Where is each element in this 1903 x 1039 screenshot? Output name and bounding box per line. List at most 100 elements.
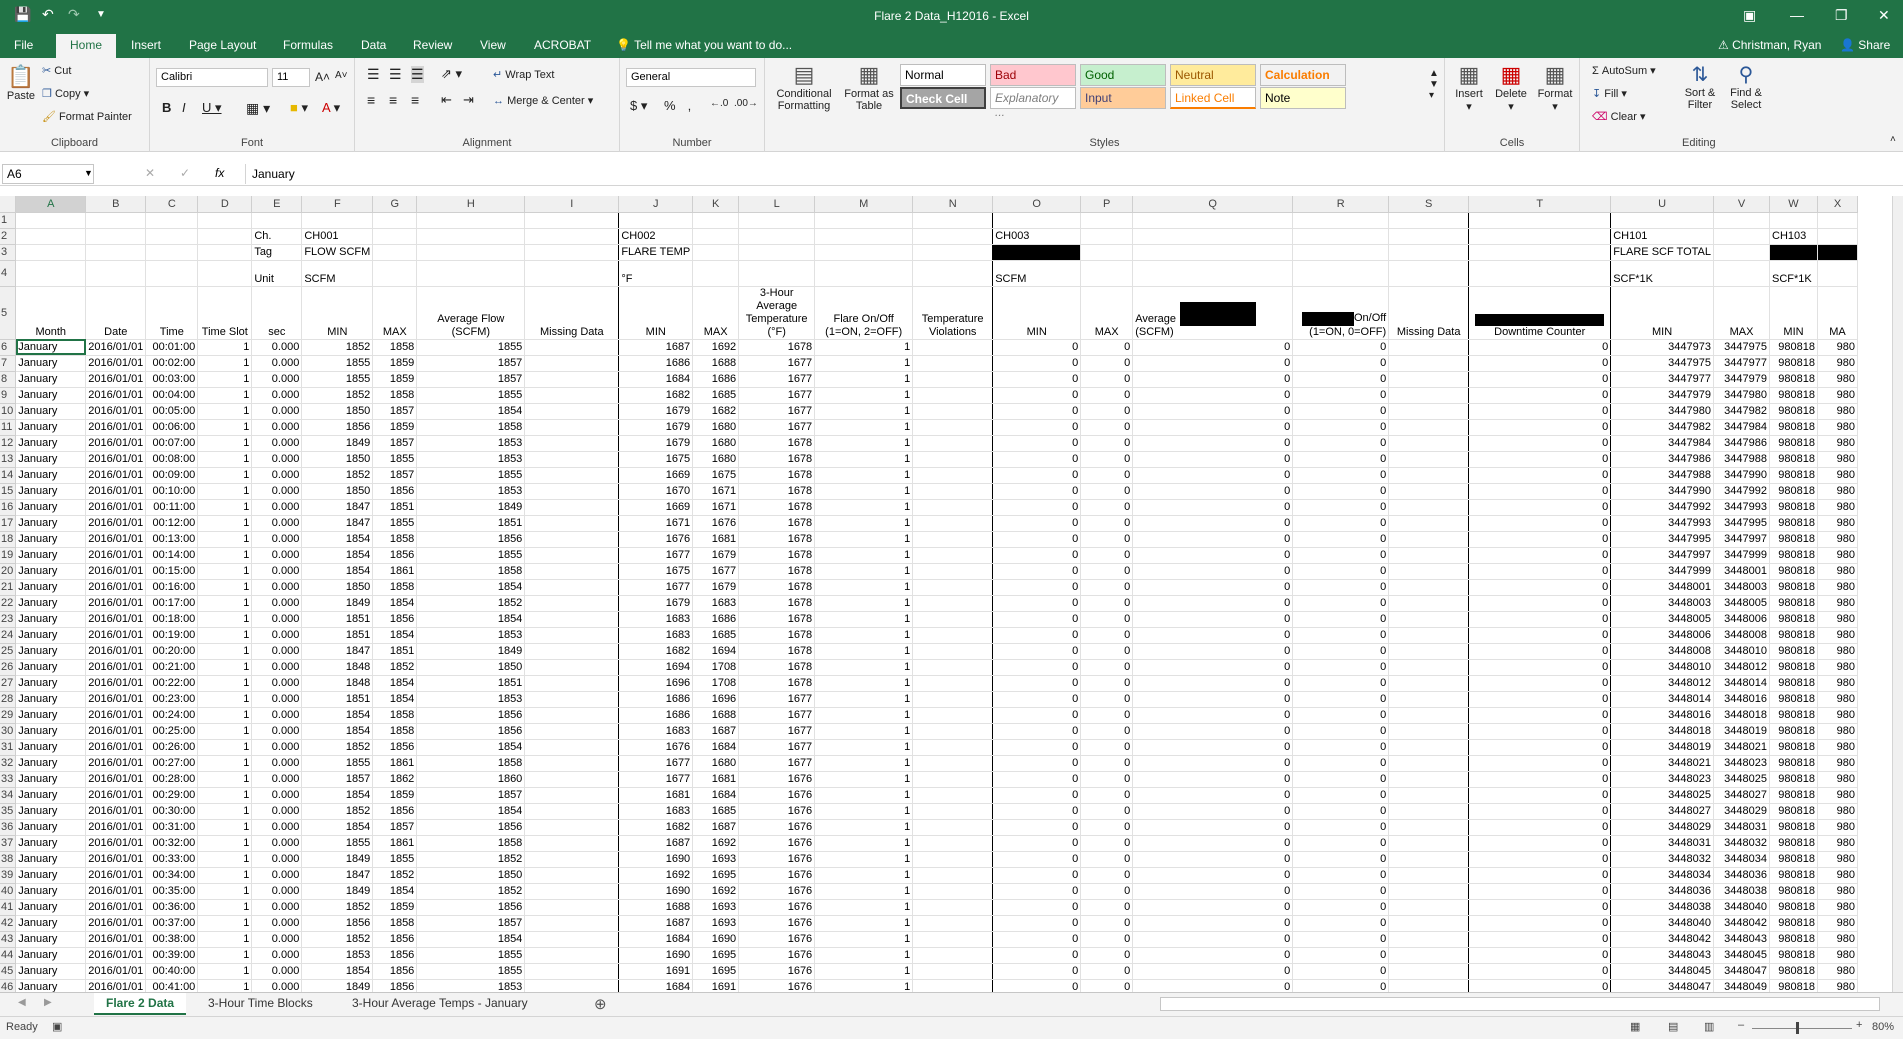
data-cell[interactable]: 1	[814, 467, 914, 484]
data-cell[interactable]: 1694	[618, 659, 694, 676]
row-header[interactable]: 24	[0, 627, 17, 644]
data-cell[interactable]: 0	[992, 579, 1082, 596]
cell[interactable]	[15, 244, 87, 261]
data-cell[interactable]: 0	[992, 931, 1082, 948]
data-cell[interactable]: 1677	[738, 723, 816, 740]
data-cell[interactable]: 0.000	[251, 851, 303, 868]
data-cell[interactable]	[1388, 435, 1470, 452]
cell[interactable]	[1388, 260, 1470, 287]
data-cell[interactable]: 1677	[738, 739, 816, 756]
column-header[interactable]: C	[145, 196, 199, 213]
data-cell[interactable]: 0	[1468, 435, 1612, 452]
data-cell[interactable]: 1683	[692, 595, 740, 612]
data-cell[interactable]: 0.000	[251, 883, 303, 900]
user-account[interactable]: ⚠ Christman, Ryan	[1718, 38, 1821, 52]
data-cell[interactable]: 1677	[618, 547, 694, 564]
data-cell[interactable]: 980	[1817, 499, 1858, 516]
row-header[interactable]: 31	[0, 739, 17, 756]
data-cell[interactable]	[912, 899, 994, 916]
data-cell[interactable]: 0.000	[251, 723, 303, 740]
data-cell[interactable]	[1388, 339, 1470, 356]
data-cell[interactable]: 1855	[416, 947, 526, 964]
data-cell[interactable]: 1677	[618, 755, 694, 772]
data-cell[interactable]: 3447973	[1610, 339, 1714, 356]
data-cell[interactable]: 1	[197, 659, 253, 676]
row-header[interactable]: 25	[0, 643, 17, 660]
data-cell[interactable]: 0	[1292, 387, 1390, 404]
data-cell[interactable]: 0	[1292, 499, 1390, 516]
data-cell[interactable]: 1690	[618, 851, 694, 868]
data-cell[interactable]: 0	[1292, 835, 1390, 852]
data-cell[interactable]: 3448003	[1610, 595, 1714, 612]
data-cell[interactable]: 1858	[372, 707, 418, 724]
data-cell[interactable]: January	[15, 819, 87, 836]
data-cell[interactable]: 1	[197, 979, 253, 992]
data-cell[interactable]: 0	[1080, 371, 1134, 388]
data-cell[interactable]: 1677	[738, 403, 816, 420]
data-cell[interactable]: 1861	[372, 835, 418, 852]
data-cell[interactable]: 0	[1292, 931, 1390, 948]
data-cell[interactable]: 00:20:00	[145, 643, 199, 660]
data-cell[interactable]: 3448006	[1713, 611, 1770, 628]
data-cell[interactable]: 1856	[301, 419, 374, 436]
data-cell[interactable]: 1856	[372, 963, 418, 980]
data-cell[interactable]: 3448018	[1713, 707, 1770, 724]
data-cell[interactable]: 3448036	[1610, 883, 1714, 900]
cell[interactable]	[912, 260, 994, 287]
font-size-dropdown[interactable]: 11	[272, 68, 310, 87]
data-cell[interactable]: 1686	[692, 611, 740, 628]
data-cell[interactable]: January	[15, 707, 87, 724]
data-cell[interactable]: 3447975	[1610, 355, 1714, 372]
data-cell[interactable]: 1676	[618, 739, 694, 756]
data-cell[interactable]: January	[15, 883, 87, 900]
data-cell[interactable]: 1850	[301, 403, 374, 420]
data-cell[interactable]: 1855	[416, 963, 526, 980]
data-cell[interactable]: 1675	[692, 467, 740, 484]
column-title-cell[interactable]: MIN	[992, 286, 1082, 340]
data-cell[interactable]: 0	[1132, 611, 1294, 628]
cell-style-good[interactable]: Good	[1080, 64, 1166, 86]
cell[interactable]: CH003	[992, 228, 1082, 245]
data-cell[interactable]: 0	[1132, 339, 1294, 356]
data-cell[interactable]	[912, 611, 994, 628]
data-cell[interactable]: 1854	[301, 819, 374, 836]
data-cell[interactable]: 1856	[372, 739, 418, 756]
data-cell[interactable]: 00:36:00	[145, 899, 199, 916]
data-cell[interactable]: 980	[1817, 467, 1858, 484]
close-icon[interactable]: ✕	[1878, 7, 1890, 24]
data-cell[interactable]: 1854	[416, 803, 526, 820]
data-cell[interactable]: 0	[1468, 819, 1612, 836]
data-cell[interactable]: 3448027	[1610, 803, 1714, 820]
data-cell[interactable]: 1693	[692, 915, 740, 932]
data-cell[interactable]: 1	[197, 899, 253, 916]
data-cell[interactable]: 0	[1292, 915, 1390, 932]
data-cell[interactable]: 0	[1292, 547, 1390, 564]
zoom-out-icon[interactable]: –	[1738, 1019, 1744, 1031]
data-cell[interactable]	[524, 499, 620, 516]
data-cell[interactable]: 00:11:00	[145, 499, 199, 516]
data-cell[interactable]: 980818	[1769, 403, 1818, 420]
data-cell[interactable]: 980818	[1769, 979, 1818, 992]
data-cell[interactable]: 00:21:00	[145, 659, 199, 676]
data-cell[interactable]: January	[15, 531, 87, 548]
format-cells-button[interactable]: ▦ Format ▾	[1535, 62, 1575, 113]
data-cell[interactable]: 1682	[692, 403, 740, 420]
data-cell[interactable]: 1	[814, 883, 914, 900]
data-cell[interactable]: 1852	[301, 899, 374, 916]
cell[interactable]	[524, 260, 620, 287]
data-cell[interactable]: January	[15, 627, 87, 644]
data-cell[interactable]: 1854	[372, 627, 418, 644]
data-cell[interactable]: 0.000	[251, 579, 303, 596]
data-cell[interactable]: 3448014	[1713, 675, 1770, 692]
data-cell[interactable]: 0	[1292, 483, 1390, 500]
data-cell[interactable]: 1	[197, 483, 253, 500]
data-cell[interactable]: 00:40:00	[145, 963, 199, 980]
data-cell[interactable]: 0	[1292, 771, 1390, 788]
data-cell[interactable]: 0	[1080, 915, 1134, 932]
data-cell[interactable]: 3448047	[1610, 979, 1714, 992]
data-cell[interactable]: 1847	[301, 515, 374, 532]
data-cell[interactable]: 1858	[372, 915, 418, 932]
data-cell[interactable]: 1676	[738, 899, 816, 916]
data-cell[interactable]: 0	[1132, 595, 1294, 612]
data-cell[interactable]	[912, 819, 994, 836]
